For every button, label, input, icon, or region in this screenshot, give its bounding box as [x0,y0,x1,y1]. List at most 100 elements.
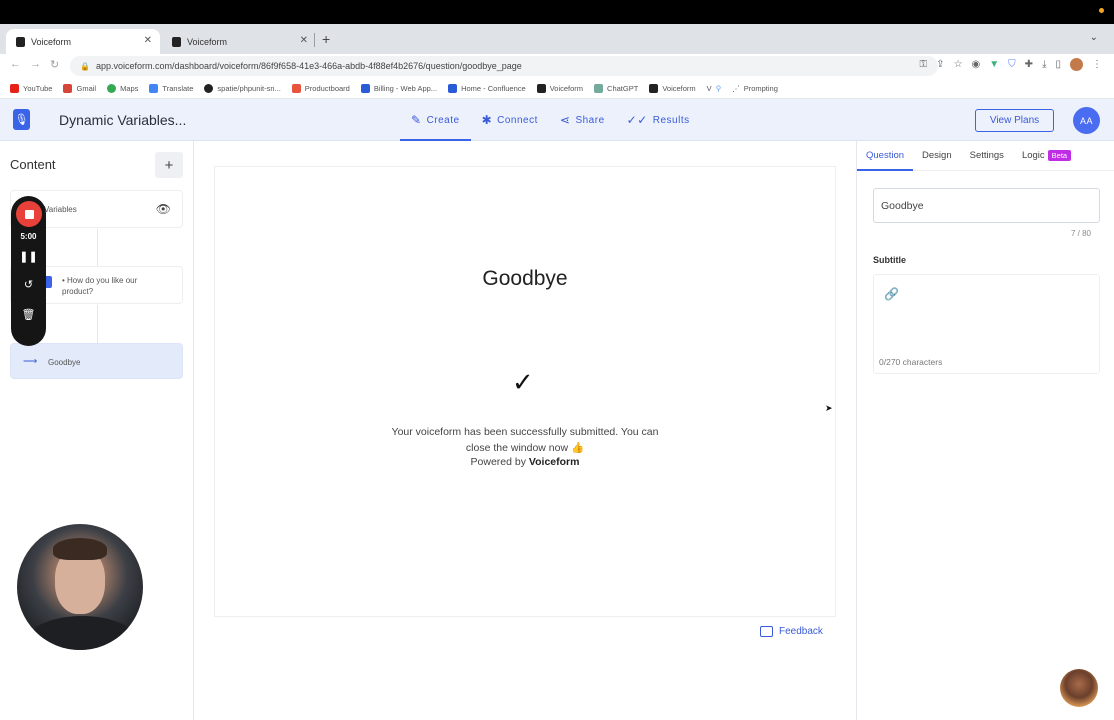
screen-top-bar [0,0,1114,24]
bookmark-item[interactable]: spatie/phpunit-sn... [204,83,281,93]
brand-link[interactable]: Voiceform [529,456,580,468]
subtitle-char-count: 0/270 characters [879,357,943,367]
bookmark-star-icon[interactable]: ☆ [954,59,963,70]
extension-icon[interactable]: ◉ [972,59,981,70]
webcam-bubble[interactable] [15,522,145,652]
trash-icon[interactable]: 🗑 [11,308,46,321]
sidepanel-icon[interactable]: ▯ [1055,59,1061,70]
browser-tab[interactable]: Voiceform ✕ [162,29,316,54]
app-window: 🎙 Dynamic Variables... ✎ Create ✱ Connec… [0,99,1114,720]
title-char-count: 7 / 80 [1070,229,1091,238]
youtube-icon [10,83,19,93]
tab-design[interactable]: Design [913,141,961,170]
url-field[interactable]: 🔒 app.voiceform.com/dashboard/voiceform/… [70,56,938,76]
subtitle-editor[interactable]: 🔗 0/270 characters [873,274,1100,374]
shield-extension-icon[interactable]: ⛉ [1008,59,1016,70]
puzzle-icon: ✱ [481,113,493,127]
download-icon[interactable]: ⤓ [1042,59,1046,70]
tab-share[interactable]: ⋖ Share [549,99,616,141]
view-plans-button[interactable]: View Plans [975,109,1054,132]
bookmark-item[interactable]: Translate [149,83,193,93]
bookmark-item[interactable]: ChatGPT [594,83,638,93]
productboard-icon [291,83,301,93]
panel-tabs: Question Design Settings Logic Beta [857,141,1114,171]
properties-panel: Question Design Settings LogicBeta 7 / 8… [856,141,1114,720]
extension-bookmark-icon: ⚲ [715,83,722,93]
browser-tabstrip: Voiceform ✕ Voiceform ✕ [0,24,1114,54]
recording-indicator [1099,8,1104,13]
tab-search-icon[interactable]: ⌄ [1090,32,1098,43]
feedback-button[interactable]: Feedback [760,626,823,637]
forward-icon[interactable]: → [30,58,41,70]
lock-icon: 🔒 [80,61,90,71]
bookmark-item[interactable]: Voiceform [536,83,583,93]
sidebar-item-label: Goodbye [48,358,81,367]
tab-question[interactable]: Question [857,141,914,171]
gmail-icon [63,83,73,93]
checkmark-icon: ✓ [512,367,534,397]
stop-recording-button[interactable] [16,201,42,227]
puzzle-extensions-icon[interactable]: ✚ [1025,59,1033,70]
jira-icon [360,83,370,93]
restart-icon[interactable]: ↺ [11,278,46,291]
close-tab-icon[interactable]: ✕ [300,35,308,46]
add-question-button[interactable]: + [155,152,183,178]
screen-recorder-controls: 5:00 ❚❚ ↺ 🗑 [11,196,46,346]
vue-extension-icon[interactable]: ▼ [989,59,999,70]
voiceform-favicon-icon [16,36,25,47]
bookmark-item[interactable]: Voiceform [649,83,696,93]
share-icon: ⋖ [559,113,571,127]
share-page-icon[interactable]: ⇪ [936,59,944,70]
feedback-icon [760,626,773,637]
bookmark-item[interactable]: ⋰ Prompting [732,84,778,93]
url-text: app.voiceform.com/dashboard/voiceform/86… [95,61,522,71]
close-tab-icon[interactable]: ✕ [144,35,152,46]
bookmark-item[interactable]: Maps [107,83,138,93]
mouse-cursor-icon: ➤ [825,403,833,413]
link-icon[interactable]: 🔗 [884,287,899,301]
tab-connect[interactable]: ✱ Connect [471,99,549,141]
form-title[interactable]: Dynamic Variables... [59,112,186,128]
voiceform-logo-icon[interactable]: 🎙 [13,109,30,130]
bookmark-item[interactable]: Gmail [63,83,96,93]
tab-results[interactable]: ✓✓ Results [616,99,701,141]
translate-icon [149,83,159,93]
app-header: 🎙 Dynamic Variables... ✎ Create ✱ Connec… [0,99,1114,141]
bookmark-item[interactable]: YouTube [10,83,52,93]
results-icon: ✓✓ [626,113,648,127]
tab-settings[interactable]: Settings [961,141,1013,170]
sidebar-item-label: • How do you like our product? [62,276,138,296]
title-field[interactable] [873,188,1100,223]
sidebar-item-goodbye[interactable]: ⟶ Goodbye [10,343,183,379]
bookmark-item[interactable]: Home - Confluence [448,83,526,93]
voiceform-favicon-icon [172,36,181,47]
tab-title: Voiceform [31,36,72,47]
maps-icon [107,83,117,93]
eye-icon[interactable]: 👁 [156,202,171,216]
main-nav: ✎ Create ✱ Connect ⋖ Share ✓✓ Results [400,99,701,141]
powered-by: Powered by Voiceform [470,456,580,468]
tab-logic[interactable]: Logic Beta [1013,141,1080,170]
pause-icon[interactable]: ❚❚ [11,250,46,263]
beta-badge: Beta [1047,150,1072,161]
github-icon [204,83,214,93]
reload-icon[interactable]: ↻ [50,58,59,71]
address-bar-row: ← → ↻ 🔒 app.voiceform.com/dashboard/voic… [0,54,1114,78]
form-preview: Goodbye ✓ Your voiceform has been succes… [214,166,836,617]
new-tab-icon[interactable]: + [322,31,330,47]
browser-tab-active[interactable]: Voiceform ✕ [6,29,160,54]
subtitle-label: Subtitle [873,255,906,265]
bookmark-item[interactable]: Productboard [291,83,350,93]
confluence-icon [448,83,458,93]
user-avatar[interactable]: AA [1073,107,1100,134]
voiceform-icon [649,83,659,93]
key-icon[interactable]: ⚿ [920,59,928,70]
bookmark-item[interactable]: Billing - Web App... [360,83,437,93]
tab-create[interactable]: ✎ Create [400,99,471,141]
back-icon[interactable]: ← [10,58,21,70]
browser-menu-icon[interactable]: ⋮ [1092,59,1102,70]
profile-avatar[interactable] [1070,58,1083,71]
sidebar-item-label: Variables [44,205,77,214]
support-chat-avatar[interactable] [1060,669,1098,707]
bookmark-item[interactable]: V ⚲ [707,84,722,93]
